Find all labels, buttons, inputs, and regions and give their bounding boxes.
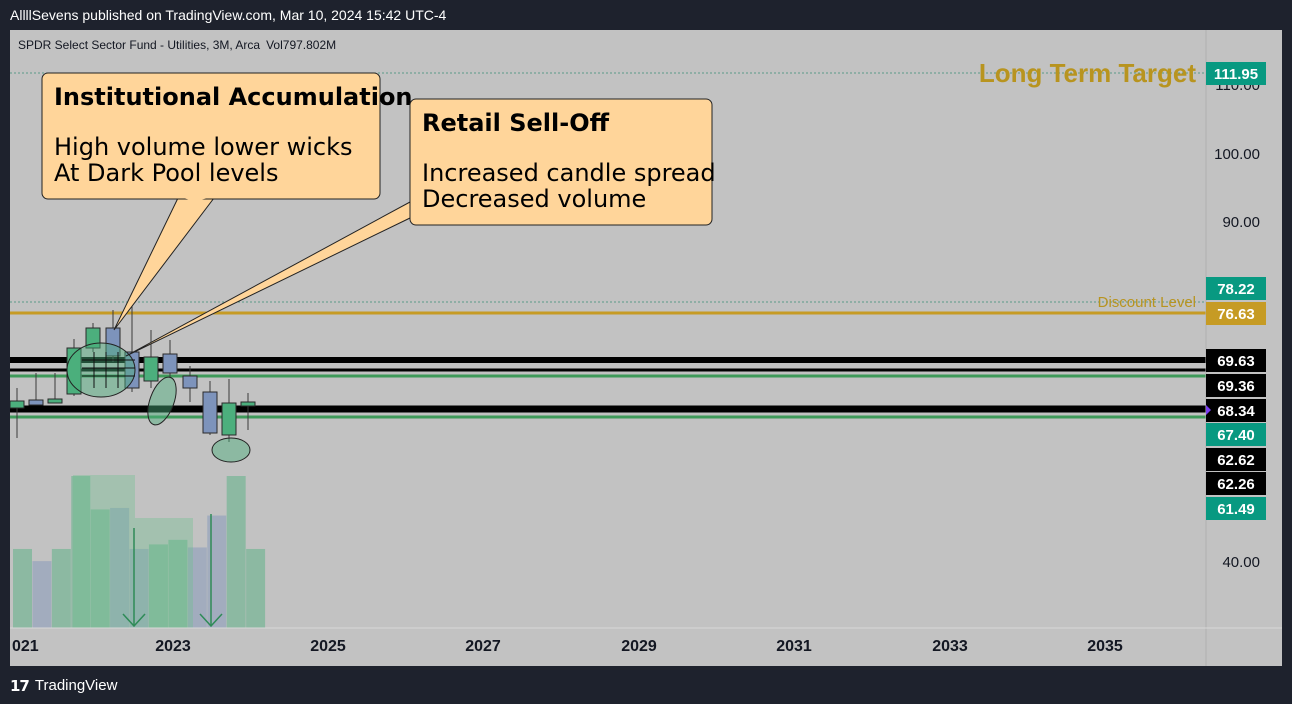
candle-body [10, 400, 25, 409]
price-badge-62-26: 62.26 [1206, 472, 1266, 495]
volume-bar [226, 476, 246, 628]
price-badge-61-49: 61.49 [1206, 497, 1266, 520]
price-badge-76-63: 76.63 [1206, 302, 1266, 325]
time-tick-label: 2035 [1087, 638, 1123, 655]
price-badge-text: 69.63 [1217, 353, 1255, 370]
price-badge-111-95: 111.95 [1206, 62, 1266, 85]
volume-highlight-accumulation [73, 475, 135, 628]
volume-bar [207, 515, 227, 628]
price-badge-text: 78.22 [1217, 281, 1255, 298]
callout-accumulation-line: At Dark Pool levels [54, 159, 278, 187]
level-annotation-discount-level: Discount Level [1098, 294, 1196, 311]
price-tick-label: 90.00 [1222, 214, 1260, 231]
price-badge-69-63: 69.63 [1206, 349, 1266, 372]
price-badge-text: 62.62 [1217, 452, 1255, 469]
candle-body [47, 398, 63, 404]
candle-body [202, 391, 218, 434]
price-badge-text: 67.40 [1217, 427, 1255, 444]
time-tick-label: 2025 [310, 638, 346, 655]
time-tick-label: 2031 [776, 638, 812, 655]
price-badge-text: 61.49 [1217, 501, 1255, 518]
time-tick-label: 2033 [932, 638, 968, 655]
price-badge-62-62: 62.62 [1206, 448, 1266, 471]
callout-accumulation-title: Institutional Accumulation [54, 83, 413, 111]
bottom-ellipse [211, 437, 251, 463]
volume-bar [32, 561, 52, 628]
chart-svg[interactable]: Long Term TargetDiscount Level 110.00100… [10, 30, 1282, 666]
price-tick-label: 100.00 [1214, 146, 1260, 163]
price-badge-78-22: 78.22 [1206, 277, 1266, 300]
volume-bar [246, 548, 266, 628]
volume-bar [13, 548, 32, 628]
price-badge-text: 68.34 [1217, 403, 1255, 420]
publish-info: AllllSevens published on TradingView.com… [10, 7, 447, 23]
time-tick-label: 2029 [621, 638, 657, 655]
chart-frame[interactable]: Long Term Target Discount Level 110.00 100… [10, 30, 1282, 666]
callout-selloff-seam [411, 203, 413, 217]
chart-title: SPDR Select Sector Fund - Utilities, 3M,… [18, 38, 336, 52]
price-badge-69-36: 69.36 [1206, 374, 1266, 397]
price-badge-text: 69.36 [1217, 378, 1255, 395]
price-tick-label: 40.00 [1222, 554, 1260, 571]
price-badge-text: 76.63 [1217, 306, 1255, 323]
candle-body [162, 353, 178, 374]
volume-highlight-selloff [135, 518, 193, 628]
accumulation-ellipse [66, 342, 136, 398]
callout-selloff-title: Retail Sell-Off [422, 109, 610, 137]
candle-body [182, 375, 198, 389]
candle-body [221, 402, 237, 436]
candle-body [28, 399, 44, 406]
time-tick-label: 2027 [465, 638, 501, 655]
callout-selloff-line: Increased candle spread [422, 159, 716, 187]
candle-body [240, 401, 256, 407]
callout-selloff-line: Decreased volume [422, 185, 646, 213]
footer: 17 TradingView [10, 676, 117, 696]
volume-bar [51, 548, 71, 628]
level-annotation-long-term-target: Long Term Target [979, 58, 1196, 88]
price-badge-text: 62.26 [1217, 476, 1255, 493]
footer-brand: TradingView [34, 677, 118, 694]
price-badge-67-40: 67.40 [1206, 423, 1266, 446]
tradingview-logo-icon: 17 [10, 677, 30, 695]
time-tick-label: 2023 [155, 638, 191, 655]
price-badge-text: 111.95 [1214, 66, 1258, 83]
candle-body [143, 356, 159, 382]
price-badge-68-34: 68.34 [1206, 399, 1266, 422]
time-tick-label: 021 [12, 638, 39, 655]
callout-accumulation-line: High volume lower wicks [54, 133, 352, 161]
